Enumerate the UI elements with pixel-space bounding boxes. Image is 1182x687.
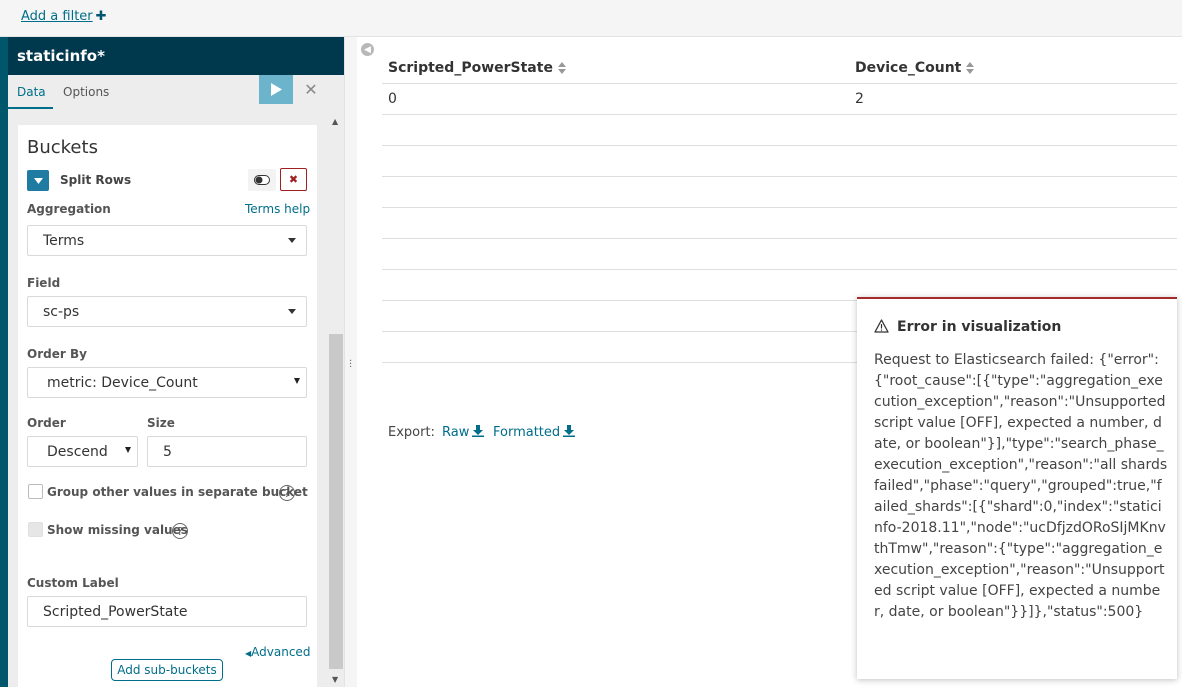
add-sub-buckets-button[interactable]: Add sub-buckets [111, 659, 223, 681]
order-by-label: Order By [27, 347, 87, 361]
size-input[interactable]: 5 [147, 436, 307, 467]
field-value: sc-ps [43, 303, 80, 320]
caret-down-icon [294, 378, 300, 384]
table-row [382, 207, 1177, 208]
close-icon: ✖ [288, 173, 299, 186]
error-message: Request to Elasticsearch failed: {"error… [874, 352, 1172, 620]
sidebar-resize-handle[interactable]: · · · [344, 37, 357, 687]
active-tab-indicator [8, 107, 53, 109]
custom-label-input[interactable]: Scripted_PowerState [27, 596, 307, 627]
column-header-scripted-powerstate[interactable]: Scripted_PowerState [388, 60, 566, 76]
sidebar-tabs: Data Options [8, 75, 344, 109]
download-icon [563, 425, 576, 437]
play-icon [271, 83, 282, 96]
collapse-bucket-button[interactable] [27, 170, 49, 191]
group-other-checkbox[interactable] [28, 484, 43, 499]
discard-changes-button[interactable]: ✕ [297, 75, 325, 104]
export-formatted-link[interactable]: Formatted [493, 425, 576, 440]
size-label: Size [147, 416, 175, 430]
table-divider [382, 83, 1177, 84]
warning-icon [874, 319, 889, 333]
show-missing-checkbox[interactable] [28, 522, 43, 537]
scrollbar-thumb[interactable] [329, 334, 343, 669]
order-value: Descend [47, 443, 108, 460]
aggregation-label: Aggregation [27, 202, 111, 216]
buckets-panel: Buckets Split Rows ✖ Aggregation Terms h… [18, 125, 317, 687]
add-filter-link[interactable]: Add a filter ✚ [21, 9, 107, 24]
field-label: Field [27, 276, 61, 290]
help-icon[interactable]: ? [279, 485, 295, 501]
split-rows-label: Split Rows [60, 173, 132, 187]
aggregation-select[interactable]: Terms [27, 225, 307, 256]
show-missing-label: Show missing values [47, 523, 188, 537]
sort-icon [557, 62, 566, 74]
error-title-text: Error in visualization [897, 319, 1062, 335]
export-raw-link[interactable]: Raw [442, 425, 485, 440]
field-select[interactable]: sc-ps [27, 296, 307, 327]
filter-bar: Add a filter ✚ [0, 0, 1182, 37]
advanced-toggle-link[interactable]: ◀Advanced [245, 645, 310, 659]
editor-sidebar: staticinfo* Data Options ✕ Buckets Split… [8, 37, 344, 687]
table-cell: 2 [855, 91, 864, 107]
buckets-title: Buckets [27, 137, 98, 158]
table-row [382, 269, 1177, 270]
help-icon[interactable]: ? [172, 523, 188, 539]
export-formatted-label: Formatted [493, 425, 561, 440]
scroll-up-icon[interactable]: ▲ [332, 117, 338, 126]
table-row [382, 238, 1177, 239]
column-header-device-count[interactable]: Device_Count [855, 60, 975, 76]
toggle-icon [254, 175, 270, 185]
column-header-label: Scripted_PowerState [388, 60, 553, 76]
order-select[interactable]: Descend [27, 436, 138, 467]
table-row [382, 145, 1177, 146]
caret-down-icon [125, 447, 131, 453]
table-row [382, 176, 1177, 177]
tab-options[interactable]: Options [63, 85, 109, 99]
order-by-select[interactable]: metric: Device_Count [27, 367, 307, 398]
apply-changes-button[interactable] [259, 75, 293, 104]
toggle-bucket-button[interactable] [248, 169, 276, 191]
export-raw-label: Raw [442, 425, 470, 440]
custom-label-label: Custom Label [27, 576, 119, 590]
order-by-value: metric: Device_Count [47, 374, 198, 391]
error-title: Error in visualization [874, 319, 1061, 335]
caret-down-icon [288, 238, 296, 243]
sidebar-accent-strip [0, 37, 8, 687]
tab-data[interactable]: Data [17, 85, 46, 99]
drag-handle-icon: · · · [349, 356, 353, 373]
export-label: Export: [388, 425, 435, 440]
scroll-down-icon[interactable]: ▼ [332, 675, 338, 684]
table-row [382, 114, 1177, 115]
add-filter-label: Add a filter [21, 9, 93, 24]
size-value: 5 [163, 443, 172, 460]
column-header-label: Device_Count [855, 60, 962, 76]
error-toast: Error in visualization Request to Elasti… [857, 297, 1177, 679]
collapse-sidebar-icon[interactable]: ◀ [361, 43, 374, 56]
download-icon [472, 425, 485, 437]
plus-icon: ✚ [95, 9, 107, 24]
terms-help-link[interactable]: Terms help [245, 202, 310, 216]
group-other-label: Group other values in separate bucket [47, 485, 308, 499]
sort-icon [966, 62, 975, 74]
table-cell: 0 [388, 91, 397, 107]
custom-label-value: Scripted_PowerState [43, 603, 188, 620]
caret-down-icon [288, 309, 296, 314]
chevron-down-icon [33, 177, 43, 184]
index-pattern-title: staticinfo* [8, 37, 344, 75]
remove-bucket-button[interactable]: ✖ [280, 168, 307, 191]
sidebar-scrollbar[interactable]: ▲ ▼ [329, 115, 343, 687]
order-label: Order [27, 416, 66, 430]
advanced-label: Advanced [251, 645, 311, 659]
close-icon: ✕ [304, 80, 318, 99]
aggregation-value: Terms [43, 232, 85, 249]
